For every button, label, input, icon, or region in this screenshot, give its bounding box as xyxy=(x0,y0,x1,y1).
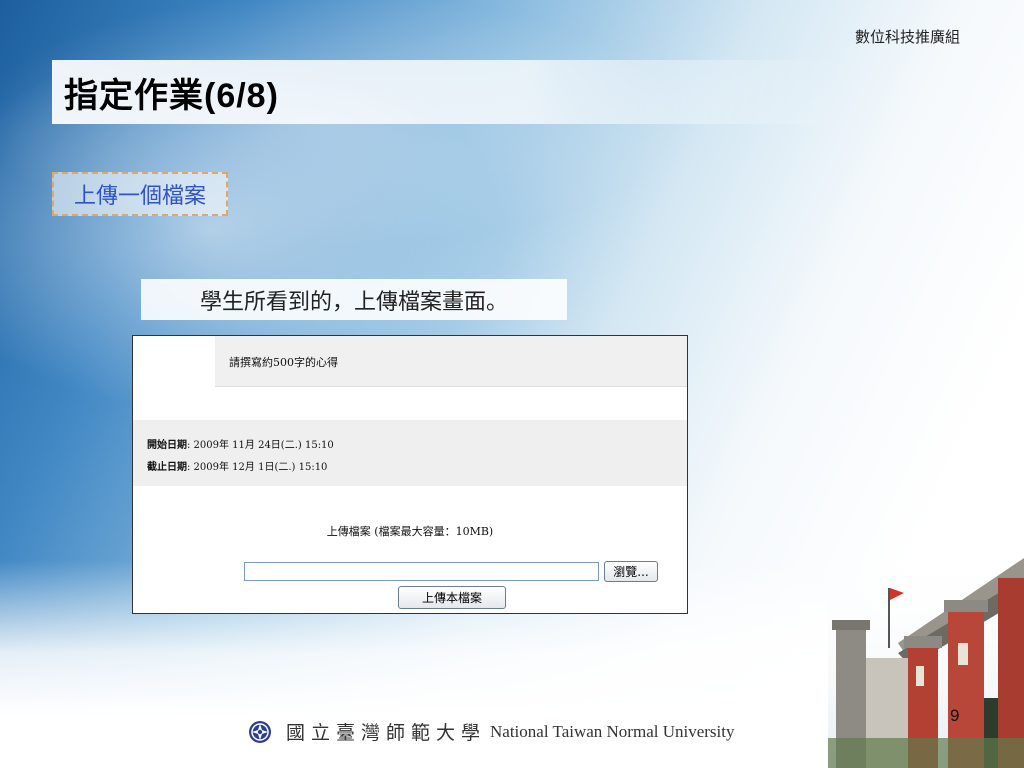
campus-gate-image xyxy=(828,548,1024,768)
dates-panel: 開始日期: 2009年 11月 24日(二.) 15:10 截止日期: 2009… xyxy=(133,420,687,486)
start-date-value: : 2009年 11月 24日(二.) 15:10 xyxy=(187,440,334,451)
org-label: 數位科技推廣組 xyxy=(854,28,960,46)
end-date-line: 截止日期: 2009年 12月 1日(二.) 15:10 xyxy=(147,458,327,473)
footer: 國立臺灣師範大學 National Taiwan Normal Universi… xyxy=(248,718,734,745)
university-seal-icon xyxy=(249,720,271,743)
file-path-input[interactable] xyxy=(244,562,599,581)
assignment-prompt: 請撰寫約500字的心得 xyxy=(229,356,338,369)
upload-size-label: 上傳檔案 (檔案最大容量：10MB) xyxy=(326,525,494,538)
upload-file-button[interactable]: 上傳本檔案 xyxy=(398,586,506,609)
slide-title: 指定作業(6/8) xyxy=(64,77,279,115)
upload-screenshot: 請撰寫約500字的心得 開始日期: 2009年 11月 24日(二.) 15:1… xyxy=(132,335,688,614)
page-number: 9 xyxy=(950,706,960,725)
start-date-label: 開始日期 xyxy=(147,440,187,451)
section-label: 上傳一個檔案 xyxy=(73,184,206,209)
section-tag: 上傳一個檔案 xyxy=(52,172,228,216)
browse-button[interactable]: 瀏覽... xyxy=(604,561,658,582)
university-name-en: National Taiwan Normal University xyxy=(490,721,735,741)
assignment-prompt-row: 請撰寫約500字的心得 xyxy=(215,336,687,387)
start-date-line: 開始日期: 2009年 11月 24日(二.) 15:10 xyxy=(147,436,334,451)
caption-text: 學生所看到的，上傳檔案畫面。 xyxy=(199,289,508,315)
university-name-zh: 國立臺灣師範大學 xyxy=(286,722,487,744)
caption-box: 學生所看到的，上傳檔案畫面。 xyxy=(141,279,567,320)
end-date-value: : 2009年 12月 1日(二.) 15:10 xyxy=(187,462,328,473)
end-date-label: 截止日期 xyxy=(147,462,187,473)
